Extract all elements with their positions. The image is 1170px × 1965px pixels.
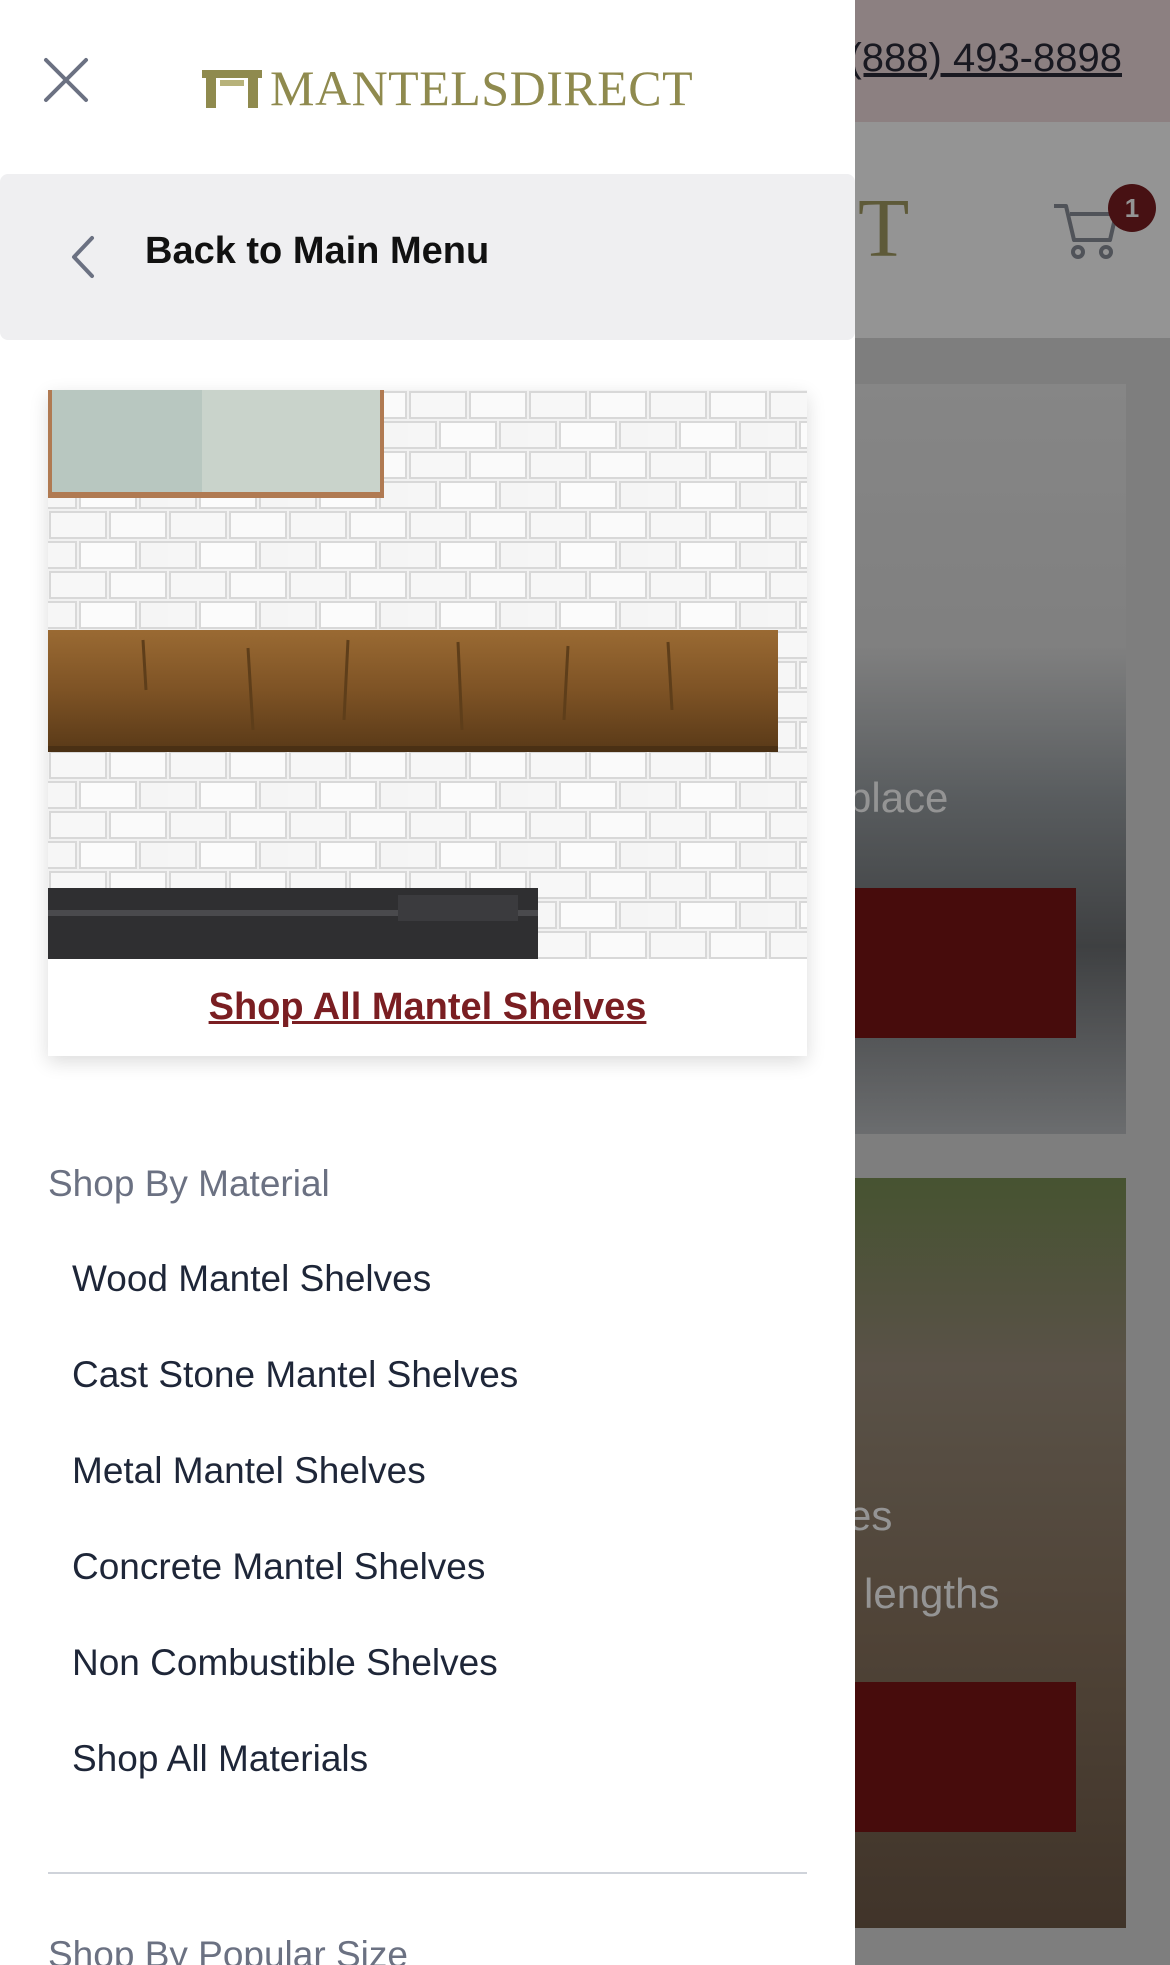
section-title-popular-size: Shop By Popular Size bbox=[48, 1934, 408, 1965]
menu-item-metal-mantel-shelves[interactable]: Metal Mantel Shelves bbox=[72, 1450, 426, 1492]
menu-item-non-combustible-shelves[interactable]: Non Combustible Shelves bbox=[72, 1642, 498, 1684]
menu-item-cast-stone-mantel-shelves[interactable]: Cast Stone Mantel Shelves bbox=[72, 1354, 518, 1396]
shop-all-mantel-shelves-link[interactable]: Shop All Mantel Shelves bbox=[48, 959, 807, 1056]
logo-text: MANTELSDIRECT bbox=[270, 60, 694, 116]
menu-item-concrete-mantel-shelves[interactable]: Concrete Mantel Shelves bbox=[72, 1546, 485, 1588]
brand-logo[interactable]: MANTELSDIRECT bbox=[202, 60, 693, 116]
section-title-material: Shop By Material bbox=[48, 1163, 330, 1204]
back-to-main-menu-button[interactable]: Back to Main Menu bbox=[0, 174, 855, 340]
menu-item-wood-mantel-shelves[interactable]: Wood Mantel Shelves bbox=[72, 1258, 431, 1300]
back-label: Back to Main Menu bbox=[145, 230, 490, 272]
mantel-shelf-image bbox=[48, 390, 807, 959]
menu-item-shop-all-materials[interactable]: Shop All Materials bbox=[72, 1738, 368, 1780]
section-divider bbox=[48, 1872, 807, 1874]
chevron-left-icon bbox=[72, 236, 94, 278]
close-icon[interactable] bbox=[36, 50, 96, 110]
nav-drawer: MANTELSDIRECT Back to Main Menu Shop All… bbox=[0, 0, 855, 1965]
logo-mark-icon bbox=[202, 70, 262, 108]
mantel-shelves-promo[interactable]: Shop All Mantel Shelves bbox=[48, 390, 807, 1056]
drawer-header: MANTELSDIRECT bbox=[0, 0, 855, 174]
